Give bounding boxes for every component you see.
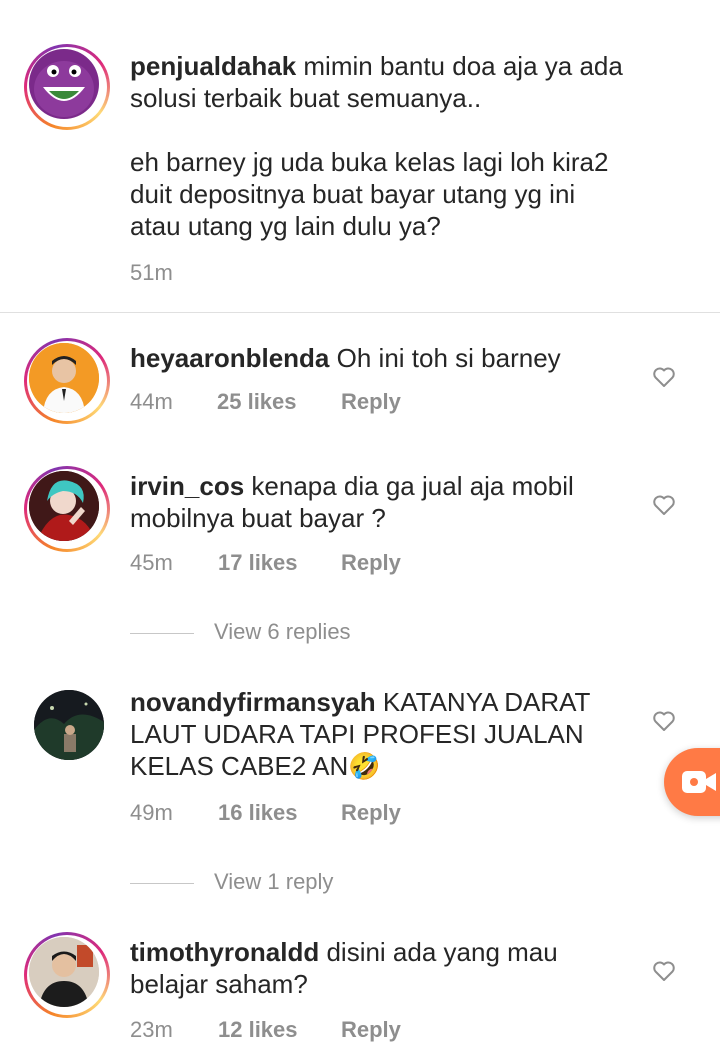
reply-button[interactable]: Reply bbox=[341, 800, 401, 826]
heart-icon[interactable] bbox=[652, 710, 676, 732]
likes-count[interactable]: 25 likes bbox=[217, 389, 297, 415]
barney-avatar-icon bbox=[29, 49, 99, 119]
view-replies-label: View 1 reply bbox=[214, 869, 334, 894]
username[interactable]: irvin_cos bbox=[130, 471, 244, 501]
man-suit-avatar-icon bbox=[29, 937, 99, 1007]
likes-count[interactable]: 16 likes bbox=[218, 800, 298, 826]
username[interactable]: novandyfirmansyah bbox=[130, 687, 376, 717]
comment-body: Oh ini toh si barney bbox=[336, 343, 561, 373]
video-record-icon bbox=[682, 771, 716, 793]
comment-meta: 23m 12 likes Reply bbox=[130, 1017, 401, 1043]
comment-text: irvin_cos kenapa dia ga jual aja mobil m… bbox=[130, 470, 650, 534]
comment-meta: 45m 17 likes Reply bbox=[130, 550, 401, 576]
timestamp: 44m bbox=[130, 389, 173, 414]
avatar[interactable] bbox=[24, 44, 110, 130]
username[interactable]: heyaaronblenda bbox=[130, 343, 329, 373]
view-replies-label: View 6 replies bbox=[214, 619, 351, 644]
timestamp: 23m bbox=[130, 1017, 173, 1042]
man-portrait-avatar-icon bbox=[29, 343, 99, 413]
comment-meta: 44m 25 likes Reply bbox=[130, 389, 401, 415]
comment-meta: 51m bbox=[130, 260, 173, 286]
avatar[interactable] bbox=[24, 466, 110, 552]
avatar[interactable] bbox=[24, 680, 110, 766]
timestamp: 49m bbox=[130, 800, 173, 825]
comment-text: novandyfirmansyah KATANYA DARAT LAUT UDA… bbox=[130, 686, 650, 782]
reply-button[interactable]: Reply bbox=[341, 550, 401, 576]
heart-icon[interactable] bbox=[652, 366, 676, 388]
avatar[interactable] bbox=[24, 338, 110, 424]
view-replies-button[interactable]: View 6 replies bbox=[130, 619, 351, 645]
divider bbox=[0, 312, 720, 313]
comment-meta: 49m 16 likes Reply bbox=[130, 800, 401, 826]
cosplay-avatar-icon bbox=[29, 471, 99, 541]
night-scene-avatar-icon bbox=[34, 690, 104, 760]
likes-count[interactable]: 12 likes bbox=[218, 1017, 298, 1043]
reply-button[interactable]: Reply bbox=[341, 389, 401, 415]
avatar[interactable] bbox=[24, 932, 110, 1018]
timestamp: 51m bbox=[130, 260, 173, 285]
comment-text: heyaaronblenda Oh ini toh si barney bbox=[130, 342, 650, 374]
timestamp: 45m bbox=[130, 550, 173, 575]
comment-text: timothyronaldd disini ada yang mau belaj… bbox=[130, 936, 650, 1000]
heart-icon[interactable] bbox=[652, 960, 676, 982]
screen-record-button[interactable] bbox=[664, 748, 720, 816]
heart-icon[interactable] bbox=[652, 494, 676, 516]
view-replies-button[interactable]: View 1 reply bbox=[130, 869, 333, 895]
username[interactable]: penjualdahak bbox=[130, 51, 296, 81]
comment-text: penjualdahak mimin bantu doa aja ya ada … bbox=[130, 50, 650, 242]
likes-count[interactable]: 17 likes bbox=[218, 550, 298, 576]
username[interactable]: timothyronaldd bbox=[130, 937, 319, 967]
reply-button[interactable]: Reply bbox=[341, 1017, 401, 1043]
